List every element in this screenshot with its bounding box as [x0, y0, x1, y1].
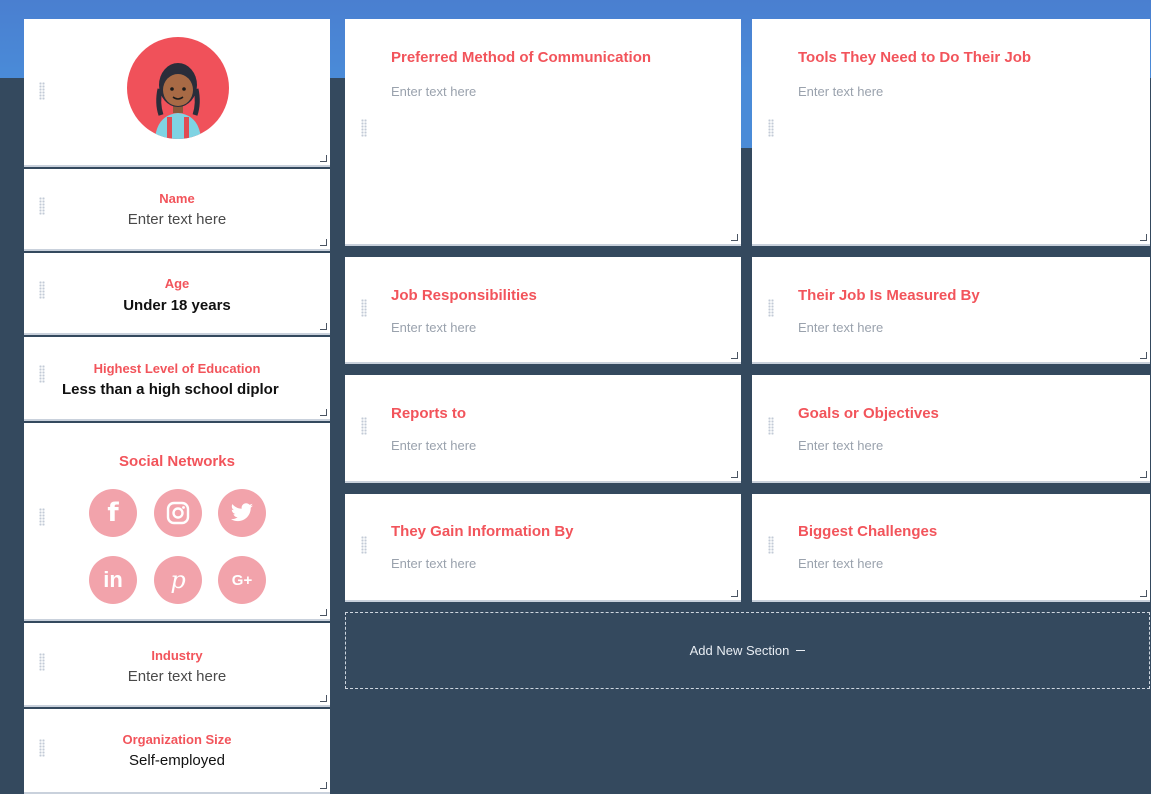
section-card[interactable]: Job Responsibilities Enter text here: [345, 257, 741, 364]
section-title: Tools They Need to Do Their Job: [798, 49, 1032, 66]
facebook-icon[interactable]: f: [89, 489, 137, 537]
section-card[interactable]: Biggest Challenges Enter text here: [752, 494, 1150, 602]
resize-handle[interactable]: [1140, 590, 1147, 597]
section-card[interactable]: Reports to Enter text here: [345, 375, 741, 483]
header-band-gap: [741, 78, 752, 148]
pinterest-icon[interactable]: p: [154, 556, 202, 604]
resize-handle[interactable]: [320, 155, 327, 162]
drag-handle[interactable]: [39, 508, 45, 526]
section-title: Reports to: [391, 405, 466, 422]
field-title: Social Networks: [119, 453, 235, 470]
section-value[interactable]: Enter text here: [391, 320, 476, 335]
section-title: Their Job Is Measured By: [798, 287, 980, 304]
age-card[interactable]: Age Under 18 years: [24, 253, 330, 335]
field-value[interactable]: Under 18 years: [24, 297, 330, 314]
field-title: Highest Level of Education: [93, 361, 261, 376]
field-value[interactable]: Enter text here: [24, 211, 330, 228]
minus-icon: [796, 649, 806, 652]
linkedin-icon[interactable]: in: [89, 556, 137, 604]
education-card[interactable]: Highest Level of Education Less than a h…: [24, 337, 330, 421]
field-title: Organization Size: [122, 732, 232, 747]
resize-handle[interactable]: [1140, 352, 1147, 359]
field-value[interactable]: Less than a high school diplor: [62, 381, 292, 398]
resize-handle[interactable]: [320, 782, 327, 789]
drag-handle[interactable]: [361, 417, 367, 435]
resize-handle[interactable]: [320, 409, 327, 416]
section-card[interactable]: Goals or Objectives Enter text here: [752, 375, 1150, 483]
add-new-section-button[interactable]: Add New Section: [345, 612, 1150, 689]
resize-handle[interactable]: [320, 323, 327, 330]
resize-handle[interactable]: [320, 609, 327, 616]
name-card[interactable]: Name Enter text here: [24, 169, 330, 251]
section-title: Preferred Method of Communication: [391, 49, 652, 66]
social-networks-card[interactable]: Social Networks f in p G+: [24, 423, 330, 621]
section-value[interactable]: Enter text here: [391, 438, 476, 453]
persona-avatar: [127, 37, 229, 139]
resize-handle[interactable]: [731, 352, 738, 359]
section-value[interactable]: Enter text here: [798, 320, 883, 335]
section-value[interactable]: Enter text here: [391, 556, 476, 571]
resize-handle[interactable]: [1140, 234, 1147, 241]
section-card[interactable]: Tools They Need to Do Their Job Enter te…: [752, 19, 1150, 246]
drag-handle[interactable]: [361, 299, 367, 317]
section-title: Job Responsibilities: [391, 287, 537, 304]
resize-handle[interactable]: [731, 590, 738, 597]
section-card[interactable]: Preferred Method of Communication Enter …: [345, 19, 741, 246]
drag-handle[interactable]: [361, 119, 367, 137]
drag-handle[interactable]: [361, 536, 367, 554]
resize-handle[interactable]: [320, 695, 327, 702]
drag-handle[interactable]: [768, 119, 774, 137]
section-card[interactable]: Their Job Is Measured By Enter text here: [752, 257, 1150, 364]
section-value[interactable]: Enter text here: [798, 438, 883, 453]
section-title: Goals or Objectives: [798, 405, 939, 422]
field-title: Age: [164, 276, 190, 291]
resize-handle[interactable]: [731, 234, 738, 241]
add-section-label: Add New Section: [689, 643, 790, 658]
instagram-icon[interactable]: [154, 489, 202, 537]
google-plus-icon[interactable]: G+: [218, 556, 266, 604]
section-title: Biggest Challenges: [798, 523, 938, 540]
field-value[interactable]: Enter text here: [24, 668, 330, 685]
field-value[interactable]: Self-employed: [24, 752, 330, 769]
resize-handle[interactable]: [731, 471, 738, 478]
field-title: Name: [159, 191, 195, 206]
resize-handle[interactable]: [320, 239, 327, 246]
section-title: They Gain Information By: [391, 523, 574, 540]
drag-handle[interactable]: [768, 536, 774, 554]
resize-handle[interactable]: [1140, 471, 1147, 478]
field-title: Industry: [151, 648, 203, 663]
drag-handle[interactable]: [768, 299, 774, 317]
organization-size-card[interactable]: Organization Size Self-employed: [24, 709, 330, 794]
section-value[interactable]: Enter text here: [798, 556, 883, 571]
drag-handle[interactable]: [39, 82, 45, 100]
avatar-card[interactable]: [24, 19, 330, 167]
section-card[interactable]: They Gain Information By Enter text here: [345, 494, 741, 602]
twitter-icon[interactable]: [218, 489, 266, 537]
industry-card[interactable]: Industry Enter text here: [24, 623, 330, 707]
drag-handle[interactable]: [768, 417, 774, 435]
section-value[interactable]: Enter text here: [391, 84, 476, 99]
section-value[interactable]: Enter text here: [798, 84, 883, 99]
